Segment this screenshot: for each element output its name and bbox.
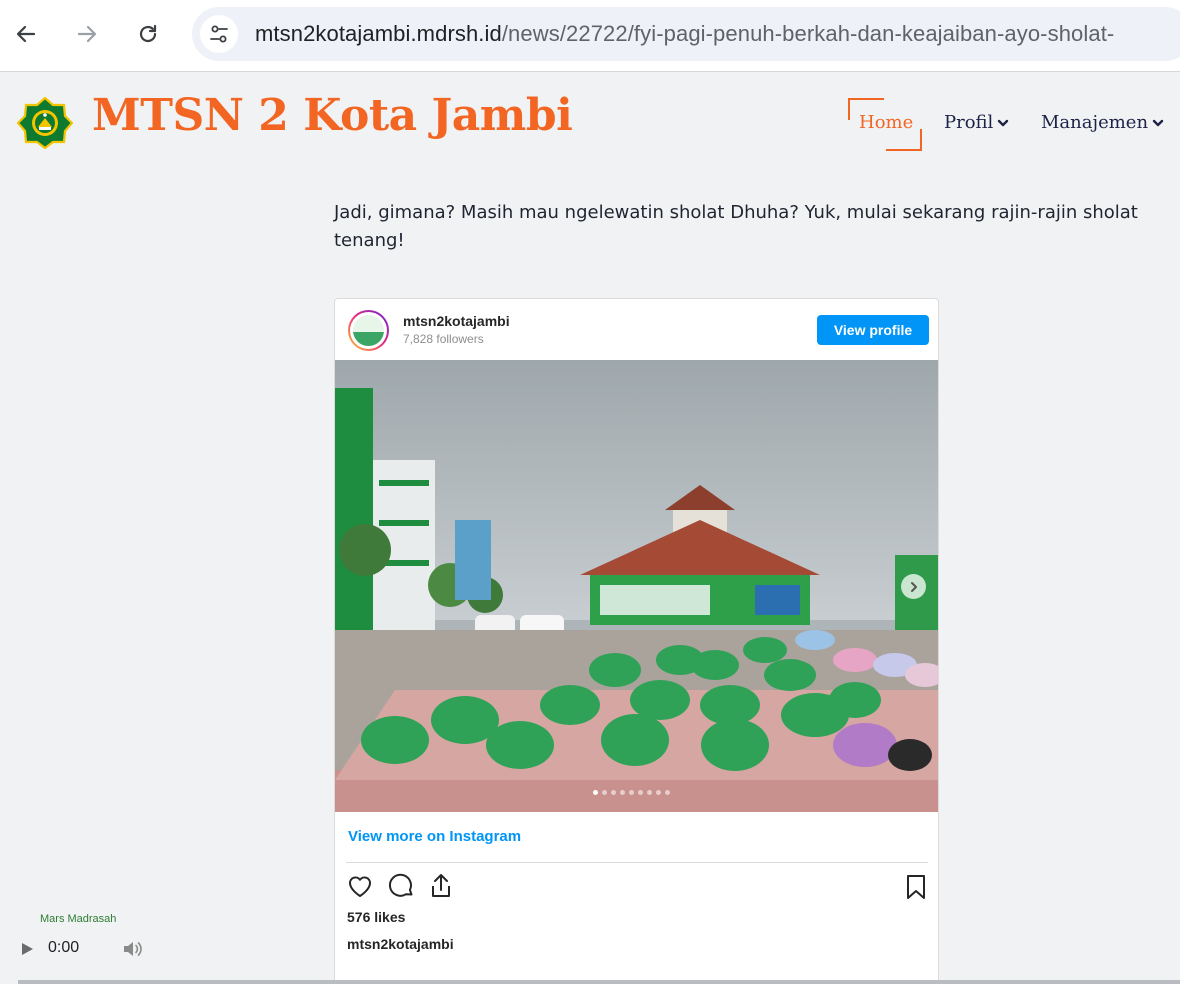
play-icon[interactable] bbox=[20, 942, 34, 956]
back-button[interactable] bbox=[6, 14, 46, 54]
site-title[interactable]: MTSN 2 Kota Jambi bbox=[92, 90, 573, 141]
audio-title: Mars Madrasah bbox=[40, 913, 117, 925]
kemenag-emblem-icon bbox=[16, 96, 74, 150]
article-line-2: tenang! bbox=[334, 230, 405, 251]
carousel-dot bbox=[620, 790, 625, 795]
nav-profil[interactable]: Profil bbox=[944, 112, 1009, 133]
caption-username[interactable]: mtsn2kotajambi bbox=[347, 936, 454, 952]
comment-icon[interactable] bbox=[387, 872, 415, 900]
heart-icon[interactable] bbox=[346, 872, 374, 900]
volume-icon[interactable] bbox=[122, 940, 142, 958]
instagram-followers: 7,828 followers bbox=[403, 332, 484, 346]
chevron-right-icon bbox=[910, 581, 917, 592]
nav-home-label: Home bbox=[859, 112, 914, 133]
avatar-ring bbox=[350, 312, 387, 349]
view-profile-button[interactable]: View profile bbox=[817, 315, 929, 345]
forward-arrow-icon bbox=[77, 25, 97, 43]
site-settings-icon bbox=[210, 25, 228, 43]
instagram-username[interactable]: mtsn2kotajambi bbox=[403, 313, 510, 329]
likes-count: 576 likes bbox=[347, 909, 406, 925]
carousel-dot bbox=[611, 790, 616, 795]
browser-toolbar: mtsn2kotajambi.mdrsh.id/news/22722/fyi-p… bbox=[0, 0, 1180, 72]
audio-player: 0:00 bbox=[14, 930, 174, 968]
carousel-dot bbox=[638, 790, 643, 795]
bookmark-icon[interactable] bbox=[902, 873, 930, 901]
instagram-photo[interactable] bbox=[335, 360, 938, 812]
divider bbox=[346, 862, 928, 863]
audio-time: 0:00 bbox=[48, 939, 80, 956]
instagram-embed: mtsn2kotajambi 7,828 followers View prof… bbox=[334, 298, 939, 984]
carousel-dot bbox=[656, 790, 661, 795]
article-paragraph: Jadi, gimana? Masih mau ngelewatin shola… bbox=[334, 199, 1180, 255]
share-icon[interactable] bbox=[427, 872, 455, 900]
chevron-down-icon bbox=[998, 119, 1009, 126]
site-settings-button[interactable] bbox=[200, 15, 238, 53]
address-bar[interactable]: mtsn2kotajambi.mdrsh.id/news/22722/fyi-p… bbox=[192, 7, 1180, 61]
horizontal-scrollbar[interactable] bbox=[18, 980, 1180, 984]
back-arrow-icon bbox=[16, 25, 36, 43]
chevron-down-icon bbox=[1152, 119, 1164, 126]
carousel-dot bbox=[593, 790, 598, 795]
carousel-dot bbox=[647, 790, 652, 795]
nav-home[interactable]: Home bbox=[848, 98, 922, 151]
view-more-on-instagram-link[interactable]: View more on Instagram bbox=[348, 828, 521, 845]
reload-icon bbox=[139, 24, 157, 43]
instagram-actions bbox=[346, 872, 928, 902]
avatar-image bbox=[353, 315, 384, 346]
url-path: /news/22722/fyi-pagi-penuh-berkah-dan-ke… bbox=[501, 21, 1115, 46]
carousel-dot bbox=[602, 790, 607, 795]
prayer-scene-illustration bbox=[335, 360, 938, 812]
carousel-dot bbox=[629, 790, 634, 795]
url-text: mtsn2kotajambi.mdrsh.id/news/22722/fyi-p… bbox=[255, 21, 1114, 47]
forward-button[interactable] bbox=[67, 14, 107, 54]
carousel-dot bbox=[665, 790, 670, 795]
nav-manajemen[interactable]: Manajemen bbox=[1041, 112, 1164, 133]
url-host: mtsn2kotajambi.mdrsh.id bbox=[255, 21, 502, 46]
reload-button[interactable] bbox=[128, 14, 168, 54]
kemenag-logo[interactable] bbox=[16, 96, 74, 150]
article-line-1: Jadi, gimana? Masih mau ngelewatin shola… bbox=[334, 202, 1138, 223]
nav-manajemen-label: Manajemen bbox=[1041, 112, 1149, 133]
carousel-dots bbox=[593, 790, 670, 795]
carousel-next-button[interactable] bbox=[901, 574, 926, 599]
nav-profil-label: Profil bbox=[944, 112, 994, 133]
instagram-avatar[interactable] bbox=[348, 310, 389, 351]
